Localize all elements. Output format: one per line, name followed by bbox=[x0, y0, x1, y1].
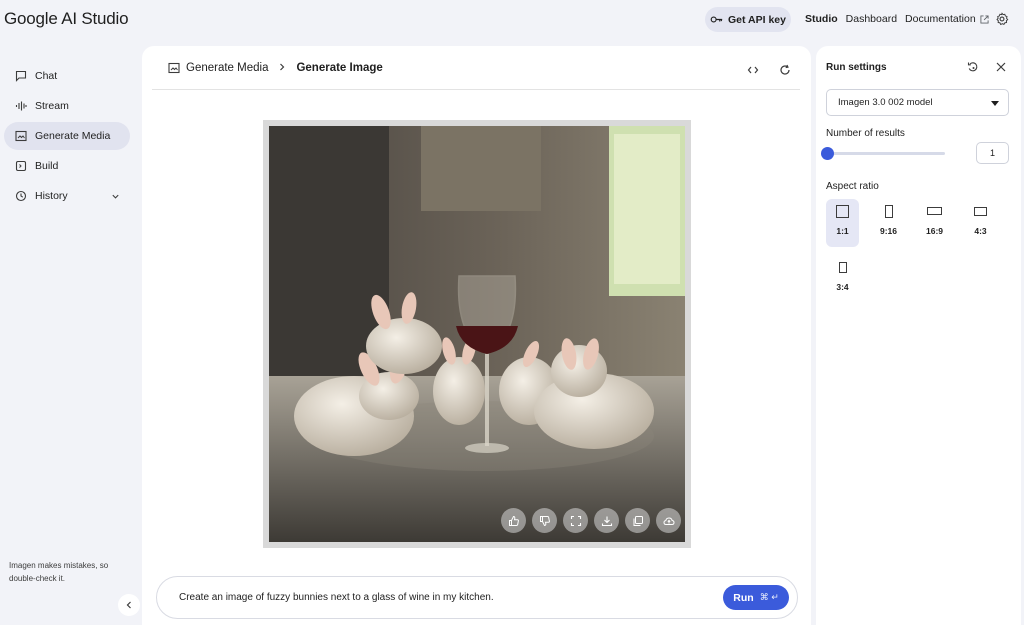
app-root: Google AI Studio Get API key Studio Dash… bbox=[0, 0, 1024, 625]
fullscreen-button[interactable] bbox=[563, 508, 588, 533]
sidebar-item-label: Stream bbox=[35, 100, 69, 112]
close-icon[interactable] bbox=[995, 61, 1007, 73]
cloud-upload-icon bbox=[662, 516, 675, 525]
chat-icon bbox=[15, 70, 27, 82]
refresh-icon[interactable] bbox=[779, 64, 791, 76]
dropdown-caret-icon bbox=[991, 101, 999, 106]
landscape-ratio-icon bbox=[974, 206, 987, 216]
run-button[interactable]: Run ⌘ ↵ bbox=[723, 585, 789, 610]
sidebar-item-generate-media[interactable]: Generate Media bbox=[4, 122, 130, 150]
sidebar-item-stream[interactable]: Stream bbox=[4, 92, 130, 120]
breadcrumb-current: Generate Image bbox=[296, 62, 383, 74]
results-slider-thumb[interactable] bbox=[821, 147, 834, 160]
sidebar-item-build[interactable]: Build bbox=[4, 152, 130, 180]
nav-dashboard[interactable]: Dashboard bbox=[846, 13, 897, 25]
sidebar-item-label: History bbox=[35, 190, 68, 202]
main-panel: Generate Media Generate Image Create an … bbox=[142, 46, 811, 625]
thumbs-up-button[interactable] bbox=[501, 508, 526, 533]
aspect-ratio-3-4[interactable]: 3:4 bbox=[826, 255, 859, 303]
fullscreen-icon bbox=[570, 515, 581, 526]
portrait-ratio-icon bbox=[838, 261, 847, 273]
model-select[interactable]: Imagen 3.0 002 model bbox=[826, 89, 1009, 116]
results-count-input[interactable]: 1 bbox=[976, 142, 1009, 164]
generated-image[interactable] bbox=[269, 126, 685, 542]
code-icon[interactable] bbox=[747, 64, 759, 76]
media-icon bbox=[15, 130, 27, 142]
aspect-ratio-label-16-9: 16:9 bbox=[925, 226, 943, 236]
reset-icon[interactable] bbox=[967, 61, 979, 73]
copy-icon bbox=[633, 515, 643, 526]
chevron-left-icon bbox=[126, 601, 131, 609]
download-button[interactable] bbox=[594, 508, 619, 533]
results-label: Number of results bbox=[826, 128, 905, 139]
aspect-ratio-label-9-16: 9:16 bbox=[879, 226, 897, 236]
run-settings-actions bbox=[967, 61, 1007, 73]
image-actions bbox=[501, 508, 681, 533]
portrait-ratio-icon bbox=[884, 204, 893, 218]
collapse-sidebar-button[interactable] bbox=[118, 594, 140, 616]
aspect-ratio-label: Aspect ratio bbox=[826, 181, 879, 192]
media-icon bbox=[168, 62, 180, 74]
nav-documentation-label: Documentation bbox=[905, 13, 976, 25]
model-select-value: Imagen 3.0 002 model bbox=[838, 97, 933, 108]
nav-studio[interactable]: Studio bbox=[805, 13, 838, 25]
sidebar-item-chat[interactable]: Chat bbox=[4, 62, 130, 90]
app-logo[interactable]: Google AI Studio bbox=[4, 9, 129, 29]
stream-icon bbox=[15, 101, 27, 111]
breadcrumb-parent[interactable]: Generate Media bbox=[168, 62, 268, 74]
external-link-icon bbox=[980, 14, 989, 24]
build-icon bbox=[15, 160, 27, 172]
aspect-ratio-label-1-1: 1:1 bbox=[836, 226, 849, 236]
breadcrumb-separator bbox=[278, 62, 286, 74]
download-icon bbox=[601, 516, 612, 526]
thumbs-up-icon bbox=[508, 515, 519, 526]
thumbs-down-icon bbox=[539, 515, 550, 526]
get-api-key-label: Get API key bbox=[728, 13, 786, 26]
run-shortcut: ⌘ ↵ bbox=[759, 592, 779, 602]
history-icon bbox=[15, 190, 27, 202]
sidebar: Chat Stream Generate Media Build History bbox=[0, 60, 140, 212]
settings-gear-icon[interactable] bbox=[995, 12, 1009, 26]
breadcrumb-parent-label: Generate Media bbox=[186, 62, 269, 74]
aspect-ratio-label-4-3: 4:3 bbox=[974, 226, 987, 236]
aspect-ratio-4-3[interactable]: 4:3 bbox=[964, 199, 997, 247]
run-settings-title: Run settings bbox=[826, 62, 887, 73]
square-ratio-icon bbox=[836, 204, 849, 218]
aspect-ratio-16-9[interactable]: 16:9 bbox=[918, 199, 951, 247]
run-button-label: Run bbox=[733, 591, 754, 604]
chevron-right-icon bbox=[280, 63, 285, 71]
drive-save-button[interactable] bbox=[656, 508, 681, 533]
landscape-ratio-icon bbox=[927, 207, 942, 215]
main-actions bbox=[747, 64, 791, 76]
aspect-ratio-label-3-4: 3:4 bbox=[836, 282, 849, 292]
prompt-input[interactable]: Create an image of fuzzy bunnies next to… bbox=[156, 576, 798, 619]
chevron-down-icon[interactable] bbox=[111, 192, 120, 201]
aspect-ratio-1-1[interactable]: 1:1 bbox=[826, 199, 859, 247]
thumbs-down-button[interactable] bbox=[532, 508, 557, 533]
breadcrumb: Generate Media Generate Image bbox=[168, 62, 383, 74]
run-settings-panel: Run settings Imagen 3.0 002 model Number… bbox=[816, 46, 1021, 625]
generated-image-frame bbox=[263, 120, 691, 548]
nav-documentation[interactable]: Documentation bbox=[905, 13, 989, 25]
prompt-text: Create an image of fuzzy bunnies next to… bbox=[179, 592, 494, 603]
sidebar-item-label: Chat bbox=[35, 70, 58, 82]
sidebar-item-label: Build bbox=[35, 160, 59, 172]
results-slider[interactable] bbox=[821, 147, 945, 160]
key-icon bbox=[710, 16, 723, 23]
aspect-ratio-9-16[interactable]: 9:16 bbox=[872, 199, 905, 247]
header-divider bbox=[152, 89, 800, 90]
disclaimer-text: Imagen makes mistakes, so double-check i… bbox=[9, 561, 109, 583]
top-nav: Studio Dashboard Documentation bbox=[805, 13, 989, 25]
copy-button[interactable] bbox=[625, 508, 650, 533]
sidebar-item-label: Generate Media bbox=[35, 130, 111, 142]
get-api-key-button[interactable]: Get API key bbox=[705, 7, 791, 32]
sidebar-item-history[interactable]: History bbox=[4, 182, 130, 210]
top-bar: Google AI Studio Get API key Studio Dash… bbox=[0, 0, 1024, 40]
